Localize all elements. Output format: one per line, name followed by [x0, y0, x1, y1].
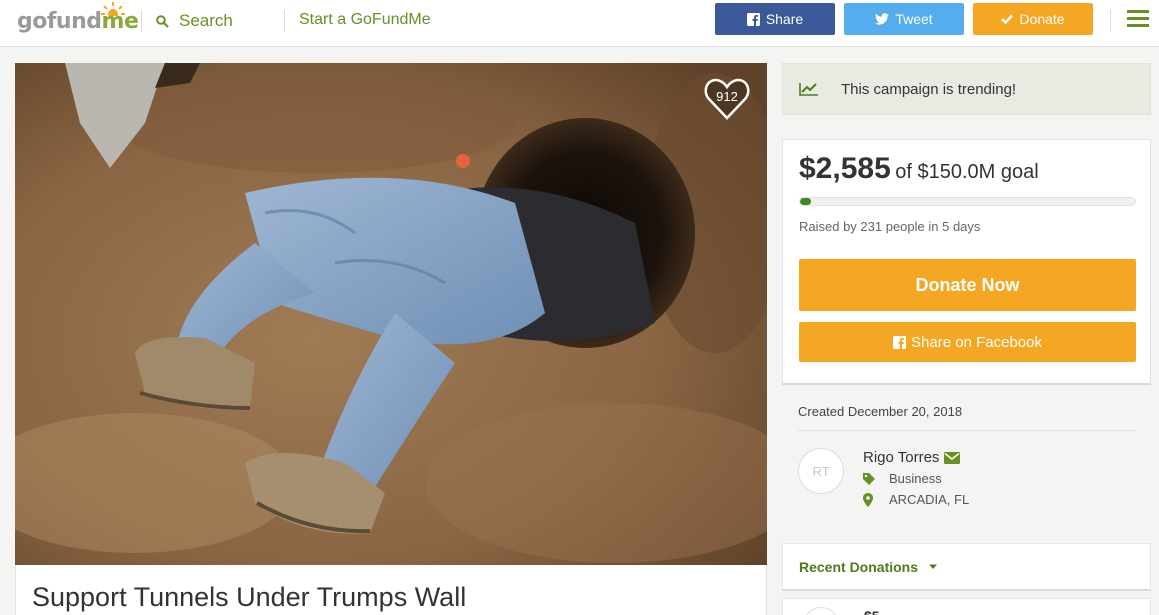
- donation-list-item: $5: [782, 598, 1151, 615]
- facebook-icon: [746, 12, 760, 26]
- trending-text: This campaign is trending!: [841, 80, 1017, 98]
- amount-line: $2,585 of $150.0M goal: [799, 152, 1039, 186]
- progress-bar: [799, 197, 1136, 206]
- progress-fill: [800, 198, 811, 205]
- tunnel-photo: [15, 63, 767, 565]
- raised-by-text: Raised by 231 people in 5 days: [799, 219, 981, 234]
- organizer-name-row: Rigo Torres: [863, 449, 961, 466]
- header-divider: [141, 10, 142, 32]
- organizer-name[interactable]: Rigo Torres: [863, 449, 939, 466]
- share-on-facebook-button[interactable]: Share on Facebook: [799, 322, 1136, 362]
- donation-card: $2,585 of $150.0M goal Raised by 231 peo…: [782, 139, 1151, 385]
- section-divider: [798, 430, 1135, 431]
- caret-down-icon: [929, 564, 938, 569]
- organizer-category-row: Business: [863, 471, 942, 486]
- envelope-icon[interactable]: [944, 451, 961, 464]
- search-icon: [156, 14, 169, 28]
- goal-text: of $150.0M goal: [895, 161, 1039, 183]
- trending-banner: This campaign is trending!: [782, 63, 1151, 115]
- search-label: Search: [179, 11, 233, 30]
- header-divider: [1110, 10, 1111, 32]
- facebook-share-button[interactable]: Share: [715, 3, 835, 35]
- tweet-label: Tweet: [895, 11, 933, 27]
- donate-now-button[interactable]: Donate Now: [799, 259, 1136, 311]
- header-donate-button[interactable]: Donate: [973, 3, 1093, 35]
- donor-avatar: [803, 607, 839, 615]
- hamburger-menu-icon[interactable]: [1127, 10, 1149, 28]
- checkmark-icon: [1001, 14, 1014, 24]
- organizer-location-row: ARCADIA, FL: [863, 492, 969, 507]
- trending-chart-icon: [799, 83, 818, 96]
- donate-label: Donate: [1019, 11, 1065, 27]
- map-pin-icon: [863, 492, 873, 507]
- organizer-location: ARCADIA, FL: [889, 492, 970, 507]
- organizer-category: Business: [889, 471, 942, 486]
- start-gofundme-link[interactable]: Start a GoFundMe: [299, 11, 431, 29]
- donation-amount: $5: [864, 608, 880, 615]
- facebook-icon: [893, 335, 907, 349]
- heart-like-button[interactable]: 912: [704, 76, 750, 122]
- campaign-title: Support Tunnels Under Trumps Wall: [32, 582, 467, 612]
- amount-raised: $2,585: [799, 152, 891, 185]
- campaign-hero-image: 912: [15, 63, 767, 565]
- campaign-title-card: Support Tunnels Under Trumps Wall: [15, 565, 767, 615]
- search-button[interactable]: Search: [156, 9, 233, 33]
- organizer-avatar[interactable]: RT: [798, 448, 844, 494]
- twitter-icon: [875, 13, 890, 25]
- share-fb-label: Share on Facebook: [911, 333, 1042, 351]
- tag-icon: [863, 472, 875, 485]
- share-label: Share: [765, 11, 804, 27]
- recent-donations-toggle[interactable]: Recent Donations: [782, 543, 1151, 591]
- heart-count: 912: [716, 89, 738, 104]
- created-date: Created December 20, 2018: [798, 404, 963, 419]
- header-divider: [284, 10, 285, 32]
- top-nav-bar: gofundme Search Start a GoFundMe Share T…: [0, 0, 1159, 47]
- gofundme-logo[interactable]: gofundme: [17, 2, 139, 38]
- recent-donations-label: Recent Donations: [799, 558, 919, 575]
- tweet-button[interactable]: Tweet: [844, 3, 964, 35]
- logo-sun-icon: [101, 2, 125, 16]
